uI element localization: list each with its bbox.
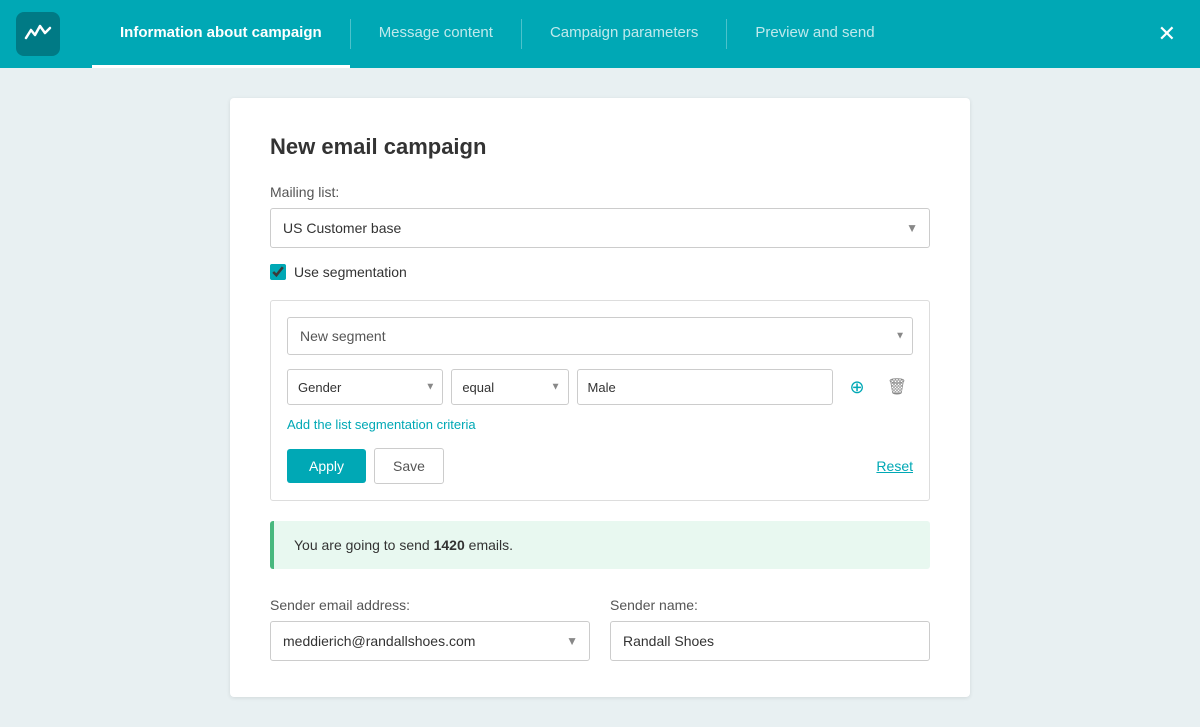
sender-email-label: Sender email address: [270,597,590,613]
trash-icon: 🗑 [887,377,907,397]
info-text-after: emails. [465,537,513,553]
segment-value-input[interactable] [577,369,833,405]
info-banner: You are going to send 1420 emails. [270,521,930,569]
sender-name-input[interactable] [610,621,930,661]
mailing-list-label: Mailing list: [270,184,930,200]
segment-box: New segment ▼ Gender Age Location ▼ equa… [270,300,930,501]
main-content: New email campaign Mailing list: US Cust… [0,68,1200,727]
segment-operator-select[interactable]: equal not equal contains [451,369,568,405]
add-criteria-link[interactable]: Add the list segmentation criteria [287,417,476,432]
mailing-list-wrapper: US Customer base EU Customer base All su… [270,208,930,248]
nav-item-info[interactable]: Information about campaign [92,0,350,68]
sender-name-col: Sender name: [610,597,930,661]
segment-action-row: Apply Save Reset [287,448,913,484]
segmentation-checkbox[interactable] [270,264,286,280]
sender-name-label: Sender name: [610,597,930,613]
segment-operator-wrapper: equal not equal contains ▼ [451,369,568,405]
sender-email-wrapper: meddierich@randallshoes.com ▼ [270,621,590,661]
segment-field-select[interactable]: Gender Age Location [287,369,443,405]
close-button[interactable]: ✕ [1150,13,1184,55]
card-title: New email campaign [270,134,930,160]
segment-condition-row: Gender Age Location ▼ equal not equal co… [287,369,913,405]
add-condition-button[interactable]: ⊕ [841,371,873,403]
add-circle-icon: ⊕ [849,377,864,398]
delete-condition-button[interactable]: 🗑 [881,371,913,403]
segment-select[interactable]: New segment [287,317,913,355]
info-count: 1420 [434,537,465,553]
nav-item-message[interactable]: Message content [351,0,521,68]
logo[interactable] [16,12,60,56]
nav-item-parameters[interactable]: Campaign parameters [522,0,726,68]
header: Information about campaign Message conte… [0,0,1200,68]
segment-select-wrapper: New segment ▼ [287,317,913,355]
nav-item-preview[interactable]: Preview and send [727,0,902,68]
save-button[interactable]: Save [374,448,444,484]
sender-email-col: Sender email address: meddierich@randall… [270,597,590,661]
mailing-list-select[interactable]: US Customer base EU Customer base All su… [270,208,930,248]
sender-email-select[interactable]: meddierich@randallshoes.com [270,621,590,661]
main-nav: Information about campaign Message conte… [92,0,1150,68]
apply-button[interactable]: Apply [287,449,366,483]
campaign-card: New email campaign Mailing list: US Cust… [230,98,970,697]
segmentation-row: Use segmentation [270,264,930,280]
reset-button[interactable]: Reset [876,458,913,474]
segment-field-wrapper: Gender Age Location ▼ [287,369,443,405]
segmentation-label[interactable]: Use segmentation [294,264,407,280]
sender-row: Sender email address: meddierich@randall… [270,597,930,661]
info-text-before: You are going to send [294,537,434,553]
